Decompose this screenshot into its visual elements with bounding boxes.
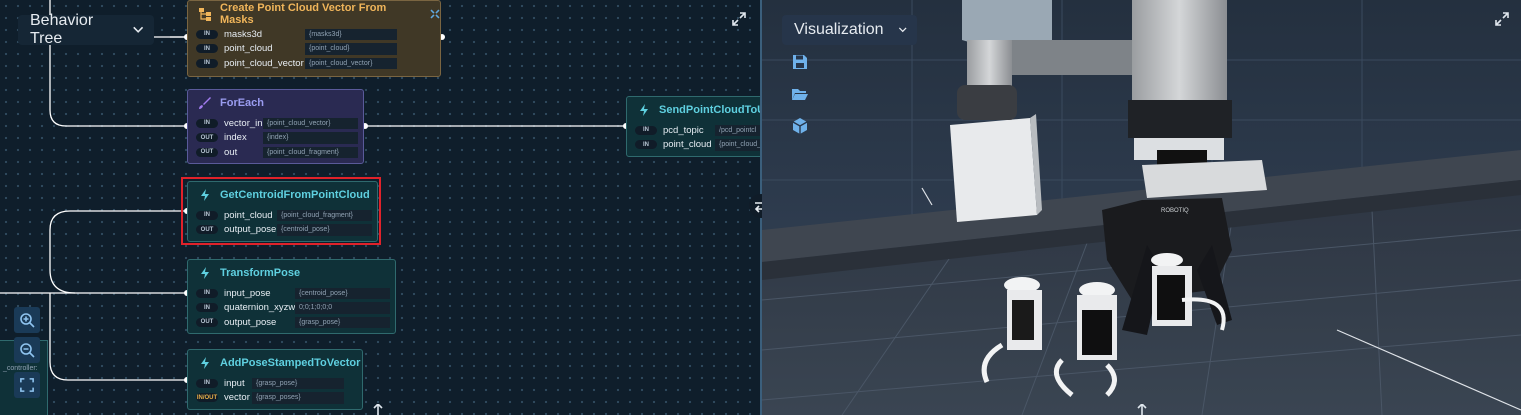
chevron-down-icon — [132, 26, 143, 33]
port-row: IN input {grasp_pose} — [188, 376, 362, 391]
node-foreach[interactable]: ForEach IN vector_in {point_cloud_vector} … — [187, 89, 364, 164]
lightning-icon — [201, 189, 209, 201]
zoom-in-icon — [20, 313, 35, 328]
node-title: Create Point Cloud Vector From Masks — [220, 2, 387, 26]
port-row: IN masks3d {masks3d} — [188, 27, 440, 42]
node-title: ForEach — [220, 97, 265, 109]
save-icon[interactable] — [791, 53, 809, 71]
port-row: IN point_cloud {point_cloud_fragment} — [188, 208, 377, 223]
port-direction: OUT — [196, 133, 218, 143]
port-direction: IN — [196, 288, 218, 298]
fit-view-button[interactable] — [14, 372, 40, 398]
port-value[interactable]: {grasp_pose} — [295, 316, 390, 328]
port-row: IN point_cloud {point_cloud} — [188, 42, 440, 57]
port-direction: IN — [635, 125, 657, 135]
visualization-dropdown[interactable]: Visualization — [782, 15, 917, 45]
node-create-point-cloud-vector[interactable]: Create Point Cloud Vector From Masks IN m… — [187, 0, 441, 77]
tree-structure-icon — [199, 8, 211, 21]
port-direction: IN — [196, 378, 218, 388]
port-value[interactable]: {point_cloud_ — [715, 139, 760, 151]
node-send-point-cloud-to-ui[interactable]: SendPointCloudToUI IN pcd_topic/pcd_point… — [626, 96, 760, 157]
lightning-icon — [640, 104, 648, 116]
gripper-brand-label: ROBOTIQ — [1161, 208, 1189, 214]
port-direction: OUT — [196, 225, 218, 235]
partial-node-label: _controller: — [3, 365, 38, 372]
behavior-tree-dropdown[interactable]: Behavior Tree — [18, 12, 154, 47]
3d-scene[interactable]: ROBOTIQ — [762, 0, 1521, 415]
port-value[interactable]: {masks3d} — [305, 28, 397, 40]
port-row: IN/OUT vector {grasp_poses} — [188, 391, 362, 406]
port-name: point_cloud_vector — [224, 57, 304, 69]
port-value[interactable]: {point_cloud_vector} — [263, 117, 358, 129]
node-title: SendPointCloudToUI — [659, 104, 760, 116]
port-value[interactable]: /pcd_pointcl — [715, 124, 760, 136]
port-value[interactable]: {point_cloud_vector} — [305, 57, 397, 69]
port-name: output_pose — [224, 316, 277, 328]
port-name: pcd_topic — [663, 124, 704, 136]
zoom-in-button[interactable] — [14, 307, 40, 333]
port-name: input_pose — [224, 287, 271, 299]
port-direction: IN — [196, 303, 218, 313]
port-name: quaternion_xyzw — [224, 302, 296, 314]
visualization-dropdown-label: Visualization — [794, 21, 884, 38]
expand-icon[interactable] — [731, 11, 747, 27]
lightning-icon — [201, 267, 209, 279]
port-value[interactable]: 0;0;1;0;0;0 — [295, 302, 390, 314]
port-row: OUT out {point_cloud_fragment} — [188, 145, 363, 160]
node-title: AddPoseStampedToVector — [220, 357, 361, 369]
node-add-pose-stamped-to-vector[interactable]: AddPoseStampedToVector IN input {grasp_pos… — [187, 349, 363, 410]
port-value[interactable]: {grasp_pose} — [252, 377, 344, 389]
node-title: TransformPose — [220, 267, 301, 279]
brush-icon — [199, 97, 211, 109]
folder-open-icon[interactable] — [791, 85, 809, 103]
expand-icon[interactable] — [1494, 11, 1510, 27]
port-direction: IN — [196, 44, 218, 54]
port-direction: OUT — [196, 317, 218, 327]
node-title: GetCentroidFromPointCloud — [220, 189, 370, 201]
port-row: OUT output_pose {grasp_pose} — [188, 315, 395, 330]
node-transform-pose[interactable]: TransformPose IN input_pose {centroid_pose… — [187, 259, 396, 334]
port-row: IN input_pose {centroid_pose} — [188, 286, 395, 301]
port-row: IN point_cloud {point_cloud_ — [627, 138, 760, 153]
port-row: IN pcd_topic/pcd_pointcl — [627, 123, 760, 138]
port-value[interactable]: {centroid_pose} — [295, 287, 390, 299]
behavior-tree-dropdown-label: Behavior Tree — [30, 12, 94, 47]
fit-view-icon — [20, 378, 34, 392]
resize-handle-icon[interactable] — [372, 404, 384, 415]
lightning-icon — [201, 357, 209, 369]
port-name: point_cloud — [224, 43, 273, 55]
subtree-icon — [430, 9, 440, 19]
port-value[interactable]: {point_cloud_fragment} — [263, 146, 358, 158]
port-row: OUT index {index} — [188, 131, 363, 146]
cube-icon[interactable] — [791, 117, 809, 135]
port-direction: IN — [635, 140, 657, 150]
resize-handle-icon[interactable] — [1136, 404, 1148, 415]
port-direction: IN — [196, 210, 218, 220]
port-direction: IN — [196, 118, 218, 128]
port-row: OUT output_pose {centroid_pose} — [188, 223, 377, 238]
behavior-tree-panel[interactable]: Behavior Tree Create Point Cloud Vector … — [0, 0, 760, 415]
visualization-panel[interactable]: ROBOTIQ Visualization — [762, 0, 1521, 415]
port-value[interactable]: {index} — [263, 132, 358, 144]
port-value[interactable]: {point_cloud} — [305, 43, 397, 55]
port-direction: IN — [196, 29, 218, 39]
port-name: point_cloud — [663, 139, 712, 151]
port-value[interactable]: {point_cloud_fragment} — [277, 209, 372, 221]
port-value[interactable]: {centroid_pose} — [277, 224, 372, 236]
port-direction: OUT — [196, 147, 218, 157]
port-row: IN vector_in {point_cloud_vector} — [188, 116, 363, 131]
port-name: masks3d — [224, 28, 263, 40]
zoom-out-button[interactable] — [14, 337, 40, 363]
port-direction: IN — [196, 58, 218, 68]
port-row: IN point_cloud_vector {point_cloud_vector} — [188, 56, 440, 71]
node-get-centroid-from-point-cloud[interactable]: GetCentroidFromPointCloud IN point_cloud{… — [187, 181, 378, 242]
port-direction: IN/OUT — [196, 393, 218, 403]
zoom-out-icon — [20, 343, 35, 358]
chevron-down-icon — [898, 27, 907, 33]
port-row: IN quaternion_xyzw 0;0;1;0;0;0 — [188, 301, 395, 316]
port-value[interactable]: {grasp_poses} — [252, 392, 344, 404]
